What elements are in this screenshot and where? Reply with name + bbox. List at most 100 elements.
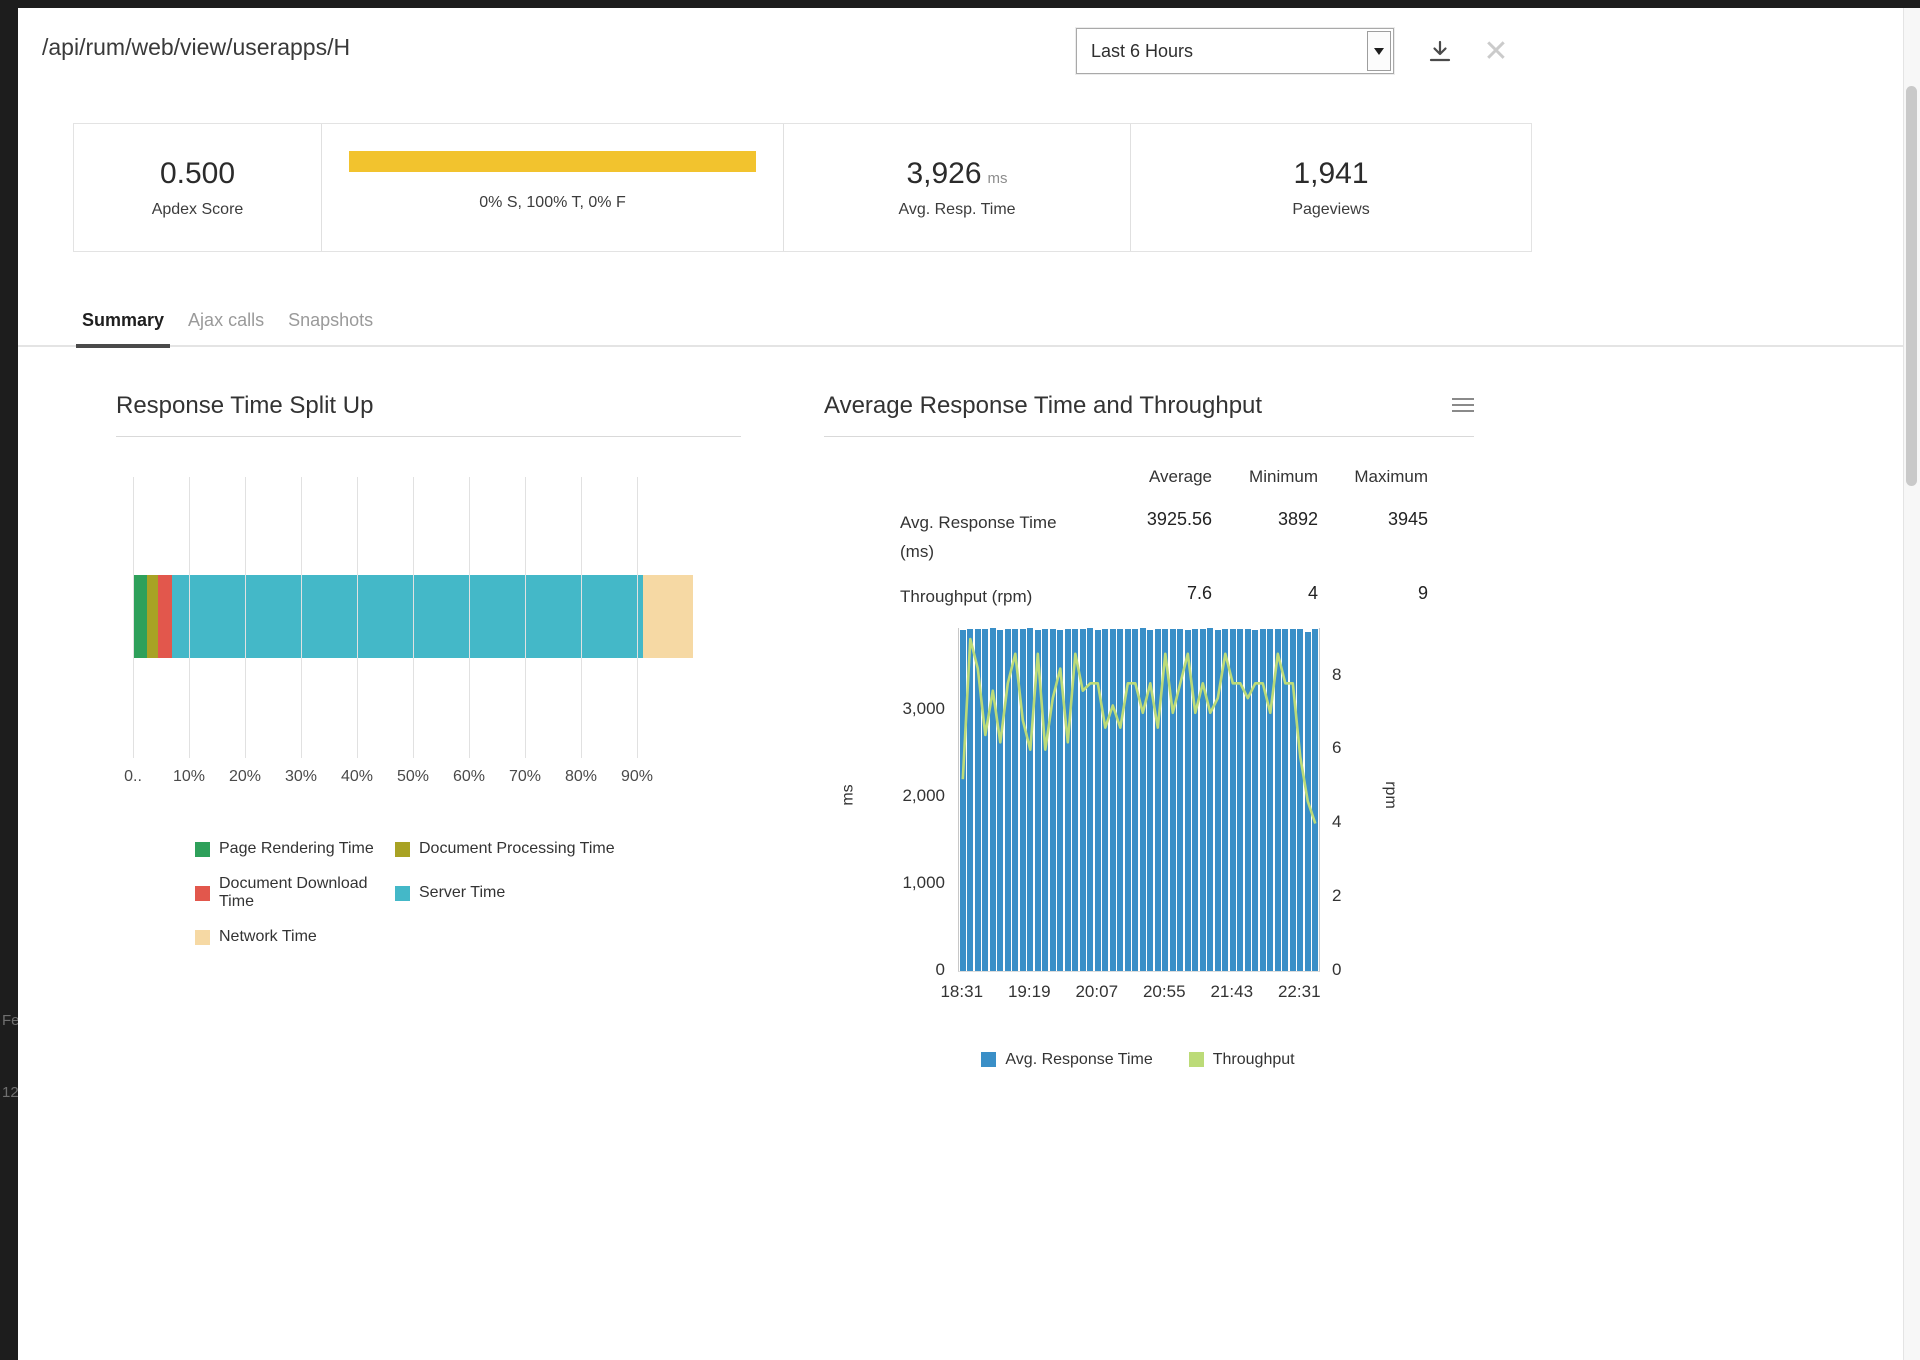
table-row-label: Avg. Response Time (ms) bbox=[900, 509, 1090, 567]
legend-item: Document Processing Time bbox=[395, 840, 741, 858]
x-tick-label: 30% bbox=[285, 768, 317, 786]
stack-segment bbox=[133, 575, 147, 658]
pageviews-stat: 1,941 Pageviews bbox=[1131, 124, 1531, 251]
y-right-tick: 2 bbox=[1332, 886, 1341, 906]
table-header-spacer bbox=[900, 467, 1090, 473]
x-tick-label: 50% bbox=[397, 768, 429, 786]
right-chart-title: Average Response Time and Throughput bbox=[824, 392, 1452, 420]
x-tick-label: 20:07 bbox=[1075, 982, 1118, 1002]
response-throughput-card: Average Response Time and Throughput Ave… bbox=[824, 392, 1474, 1069]
x-tick-label: 19:19 bbox=[1008, 982, 1051, 1002]
chart-menu-icon[interactable] bbox=[1452, 392, 1474, 416]
stack-segment bbox=[147, 575, 158, 658]
download-icon bbox=[1426, 38, 1454, 66]
avg-response-unit: ms bbox=[988, 170, 1008, 187]
gridline bbox=[189, 477, 190, 758]
x-tick-label: 20:55 bbox=[1143, 982, 1186, 1002]
y-left-tick: 1,000 bbox=[902, 873, 945, 893]
x-tick-label: 60% bbox=[453, 768, 485, 786]
tab-summary[interactable]: Summary bbox=[76, 302, 170, 348]
y-right-tick: 0 bbox=[1332, 960, 1341, 980]
page-title: /api/rum/web/view/userapps/H bbox=[42, 34, 350, 61]
download-button[interactable] bbox=[1424, 36, 1456, 68]
legend-swatch bbox=[1189, 1052, 1204, 1067]
table-row-label: Throughput (rpm) bbox=[900, 583, 1090, 612]
left-x-axis: 0..10%20%30%40%50%60%70%80%90% bbox=[133, 768, 741, 794]
apdex-stat: 0.500 Apdex Score bbox=[74, 124, 322, 251]
legend-item: Throughput bbox=[1189, 1051, 1295, 1069]
table-header-average: Average bbox=[1090, 467, 1212, 493]
tab-ajax-calls[interactable]: Ajax calls bbox=[182, 302, 270, 345]
apdex-label: Apdex Score bbox=[152, 201, 244, 219]
apdex-value: 0.500 bbox=[160, 157, 235, 191]
x-tick-label: 40% bbox=[341, 768, 373, 786]
left-card-header: Response Time Split Up bbox=[116, 392, 741, 437]
y-right-tick: 4 bbox=[1332, 812, 1341, 832]
modal-header: /api/rum/web/view/userapps/H Last 6 Hour… bbox=[18, 8, 1904, 98]
stack-segment bbox=[643, 575, 693, 658]
legend-label: Document Processing Time bbox=[419, 840, 615, 858]
legend-swatch bbox=[395, 886, 410, 901]
avg-response-label: Avg. Resp. Time bbox=[898, 201, 1015, 219]
scrollbar-thumb[interactable] bbox=[1906, 86, 1917, 486]
x-tick-label: 21:43 bbox=[1210, 982, 1253, 1002]
table-cell: 7.6 bbox=[1090, 583, 1212, 604]
legend-swatch bbox=[195, 886, 210, 901]
x-tick-label: 10% bbox=[173, 768, 205, 786]
table-cell: 9 bbox=[1318, 583, 1428, 604]
tab-snapshots[interactable]: Snapshots bbox=[282, 302, 379, 345]
gridline bbox=[581, 477, 582, 758]
combo-chart-legend: Avg. Response Time Throughput bbox=[958, 1051, 1318, 1069]
y-left-tick: 3,000 bbox=[902, 699, 945, 719]
x-tick-label: 18:31 bbox=[940, 982, 983, 1002]
combo-chart: ms 01,0002,0003,000 02468 rpm 18:3119:19… bbox=[824, 628, 1474, 1013]
legend-label: Document Download Time bbox=[219, 875, 395, 911]
close-button[interactable]: ✕ bbox=[1480, 36, 1512, 68]
apdex-distribution-stat: 0% S, 100% T, 0% F bbox=[322, 124, 784, 251]
background-partial-text: Fe bbox=[2, 1012, 20, 1029]
x-tick-label: 22:31 bbox=[1278, 982, 1321, 1002]
x-tick-label: 70% bbox=[509, 768, 541, 786]
gridline bbox=[525, 477, 526, 758]
legend-swatch bbox=[195, 930, 210, 945]
pageviews-value: 1,941 bbox=[1293, 157, 1368, 191]
x-tick-label: 90% bbox=[621, 768, 653, 786]
gridline bbox=[469, 477, 470, 758]
time-range-select[interactable]: Last 6 Hours bbox=[1076, 28, 1394, 74]
throughput-line bbox=[959, 628, 1319, 971]
x-tick-label: 0.. bbox=[124, 768, 142, 786]
tab-bar: Summary Ajax calls Snapshots bbox=[18, 302, 1904, 347]
stack-segment bbox=[172, 575, 642, 658]
legend-item: Server Time bbox=[395, 875, 741, 911]
gridline bbox=[245, 477, 246, 758]
gridline bbox=[133, 477, 134, 758]
stack-segment bbox=[158, 575, 172, 658]
right-card-header: Average Response Time and Throughput bbox=[824, 392, 1474, 437]
legend-label: Throughput bbox=[1213, 1051, 1295, 1069]
summary-stats-panel: 0.500 Apdex Score 0% S, 100% T, 0% F 3,9… bbox=[73, 123, 1532, 252]
left-chart-title: Response Time Split Up bbox=[116, 392, 741, 420]
chevron-down-icon[interactable] bbox=[1367, 31, 1391, 71]
background-partial-text: 12 bbox=[2, 1084, 19, 1101]
gridline bbox=[357, 477, 358, 758]
legend-swatch bbox=[195, 842, 210, 857]
legend-label: Page Rendering Time bbox=[219, 840, 374, 858]
avg-response-value-row: 3,926ms bbox=[906, 157, 1007, 191]
table-cell: 3945 bbox=[1318, 509, 1428, 530]
x-tick-label: 80% bbox=[565, 768, 597, 786]
table-cell: 3925.56 bbox=[1090, 509, 1212, 530]
stacked-bar-plot bbox=[133, 477, 693, 758]
legend-item: Network Time bbox=[195, 928, 395, 946]
legend-swatch bbox=[395, 842, 410, 857]
y-left-tick: 2,000 bbox=[902, 786, 945, 806]
legend-swatch bbox=[981, 1052, 996, 1067]
triangle-glyph bbox=[1374, 48, 1384, 55]
summary-table: Average Minimum Maximum Avg. Response Ti… bbox=[900, 467, 1474, 612]
legend-item: Document Download Time bbox=[195, 875, 395, 911]
gridline bbox=[637, 477, 638, 758]
time-range-value: Last 6 Hours bbox=[1077, 41, 1365, 62]
legend-label: Network Time bbox=[219, 928, 317, 946]
combo-x-axis: 18:3119:1920:0720:5521:4322:31 bbox=[958, 982, 1318, 1006]
left-chart-legend: Page Rendering Time Document Processing T… bbox=[195, 840, 741, 946]
rum-detail-modal: /api/rum/web/view/userapps/H Last 6 Hour… bbox=[18, 8, 1904, 1360]
